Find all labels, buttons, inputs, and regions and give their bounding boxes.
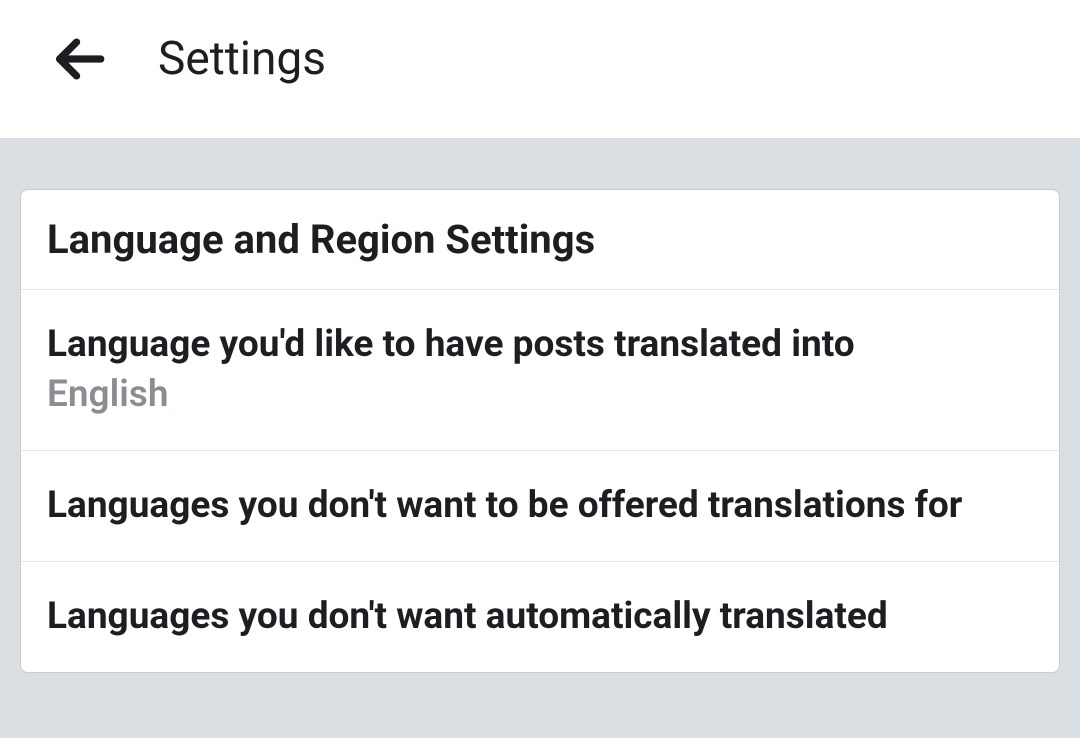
setting-item-value: English	[47, 370, 1033, 420]
setting-item-translation-exclusions[interactable]: Languages you don't want to be offered t…	[21, 451, 1059, 562]
content-area: Language and Region Settings Language yo…	[0, 139, 1080, 738]
setting-item-title: Languages you don't want to be offered t…	[47, 481, 1033, 531]
setting-item-title: Language you'd like to have posts transl…	[47, 320, 1033, 370]
page-title: Settings	[158, 32, 326, 86]
section-heading: Language and Region Settings	[21, 190, 1059, 290]
back-button[interactable]	[50, 30, 108, 88]
settings-card: Language and Region Settings Language yo…	[20, 189, 1060, 673]
back-arrow-icon	[50, 30, 108, 88]
header: Settings	[0, 0, 1080, 139]
setting-item-auto-translation-exclusions[interactable]: Languages you don't want automatically t…	[21, 562, 1059, 672]
setting-item-title: Languages you don't want automatically t…	[47, 592, 1033, 642]
setting-item-translation-target[interactable]: Language you'd like to have posts transl…	[21, 290, 1059, 451]
